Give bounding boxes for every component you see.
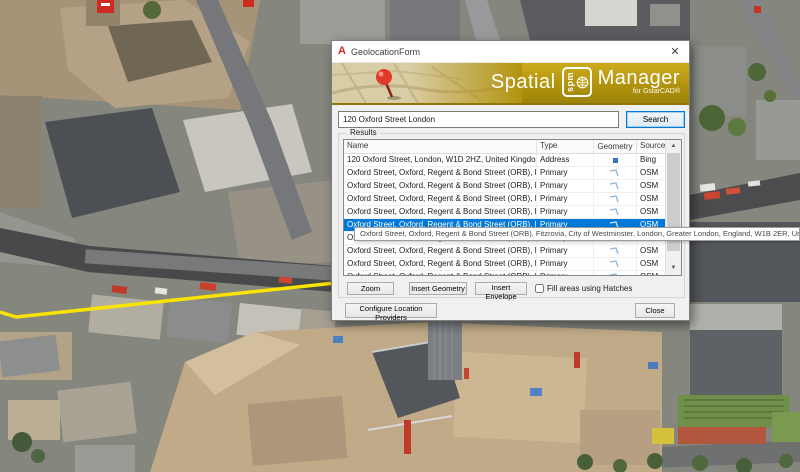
results-scrollbar[interactable]: ▲ ▼: [665, 140, 681, 275]
result-name[interactable]: Oxford Street, Oxford, Regent & Bond Str…: [344, 258, 537, 270]
table-row[interactable]: 120 Oxford Street, London, W1D 2HZ, Unit…: [344, 154, 681, 167]
result-type[interactable]: Primary: [537, 206, 594, 218]
result-name[interactable]: Oxford Street, Oxford, Regent & Bond Str…: [344, 245, 537, 257]
result-name[interactable]: 120 Oxford Street, London, W1D 2HZ, Unit…: [344, 154, 537, 166]
close-icon[interactable]: ✕: [667, 45, 683, 58]
result-name[interactable]: Oxford Street, Oxford, Regent & Bond Str…: [344, 167, 537, 179]
result-type[interactable]: Address: [537, 154, 594, 166]
spm-badge-text: spm: [565, 72, 575, 92]
dialog-titlebar[interactable]: A GeolocationForm ✕: [332, 41, 689, 63]
result-type[interactable]: Primary: [537, 193, 594, 205]
table-row[interactable]: Oxford Street, Oxford, Regent & Bond Str…: [344, 180, 681, 193]
fill-hatches-checkbox[interactable]: [535, 284, 544, 293]
polyline-geometry-icon: [594, 245, 637, 257]
polyline-geometry-icon: [594, 167, 637, 179]
column-header-name[interactable]: Name: [344, 140, 537, 153]
result-source[interactable]: Bing: [637, 154, 665, 166]
zoom-button[interactable]: Zoom: [347, 282, 394, 295]
window-title: GeolocationForm: [351, 47, 420, 57]
table-row[interactable]: Oxford Street, Oxford, Regent & Bond Str…: [344, 206, 681, 219]
brand-manager: Manager: [598, 68, 680, 88]
results-table-body: 120 Oxford Street, London, W1D 2HZ, Unit…: [344, 154, 681, 276]
result-type[interactable]: Primary: [537, 271, 594, 276]
geolocation-dialog: A GeolocationForm ✕ Spatial: [331, 40, 690, 321]
result-source[interactable]: OSM: [637, 271, 665, 276]
result-type[interactable]: Primary: [537, 245, 594, 257]
table-row[interactable]: Oxford Street, Oxford, Regent & Bond Str…: [344, 193, 681, 206]
search-button[interactable]: Search: [626, 111, 685, 128]
result-source[interactable]: OSM: [637, 167, 665, 179]
insert-envelope-button[interactable]: Insert Envelope: [475, 282, 527, 295]
result-source[interactable]: OSM: [637, 180, 665, 192]
table-row[interactable]: Oxford Street, Oxford, Regent & Bond Str…: [344, 245, 681, 258]
scroll-down-icon[interactable]: ▼: [666, 262, 681, 275]
result-source[interactable]: OSM: [637, 245, 665, 257]
configure-providers-button[interactable]: Configure Location Providers: [345, 303, 437, 318]
spatial-manager-banner: Spatial spm Manager for GstarCAD®: [332, 63, 689, 105]
result-type[interactable]: Primary: [537, 258, 594, 270]
point-geometry-icon: [594, 154, 637, 166]
result-source[interactable]: OSM: [637, 206, 665, 218]
result-name[interactable]: Oxford Street, Oxford, Regent & Bond Str…: [344, 193, 537, 205]
globe-icon: [576, 75, 589, 90]
column-header-geometry[interactable]: Geometry: [594, 140, 637, 153]
table-row[interactable]: Oxford Street, Oxford, Regent & Bond Str…: [344, 258, 681, 271]
scroll-up-icon[interactable]: ▲: [666, 140, 681, 153]
result-name[interactable]: Oxford Street, Oxford, Regent & Bond Str…: [344, 180, 537, 192]
result-tooltip: Oxford Street, Oxford, Regent & Bond Str…: [354, 227, 800, 241]
table-row[interactable]: Oxford Street, Oxford, Regent & Bond Str…: [344, 167, 681, 180]
results-table-header: Name Type Geometry Source: [344, 140, 681, 154]
close-button[interactable]: Close: [635, 303, 675, 318]
result-name[interactable]: Oxford Street, Oxford, Regent & Bond Str…: [344, 206, 537, 218]
result-type[interactable]: Primary: [537, 167, 594, 179]
polyline-geometry-icon: [594, 258, 637, 270]
search-input[interactable]: [338, 111, 619, 128]
table-row[interactable]: Oxford Street, Oxford, Regent & Bond Str…: [344, 271, 681, 276]
results-groupbox: Results Name Type Geometry Source 120 Ox…: [338, 133, 685, 298]
polyline-geometry-icon: [594, 193, 637, 205]
polyline-geometry-icon: [594, 271, 637, 276]
result-source[interactable]: OSM: [637, 258, 665, 270]
result-name[interactable]: Oxford Street, Oxford, Regent & Bond Str…: [344, 271, 537, 276]
column-header-type[interactable]: Type: [537, 140, 594, 153]
brand-spatial: Spatial: [491, 71, 556, 94]
results-table: Name Type Geometry Source 120 Oxford Str…: [343, 139, 682, 276]
fill-hatches-label: Fill areas using Hatches: [547, 284, 632, 293]
results-group-label: Results: [347, 128, 380, 137]
insert-geometry-button[interactable]: Insert Geometry: [409, 282, 467, 295]
polyline-geometry-icon: [594, 206, 637, 218]
result-type[interactable]: Primary: [537, 180, 594, 192]
spatial-manager-logo: Spatial spm Manager for GstarCAD®: [491, 67, 680, 97]
result-source[interactable]: OSM: [637, 193, 665, 205]
column-header-source[interactable]: Source: [637, 140, 665, 153]
polyline-geometry-icon: [594, 180, 637, 192]
gstarcad-app-icon: A: [338, 46, 346, 57]
brand-subtitle: for GstarCAD®: [633, 88, 680, 96]
spm-badge: spm: [562, 67, 592, 97]
fill-hatches-option: Fill areas using Hatches: [535, 284, 632, 293]
